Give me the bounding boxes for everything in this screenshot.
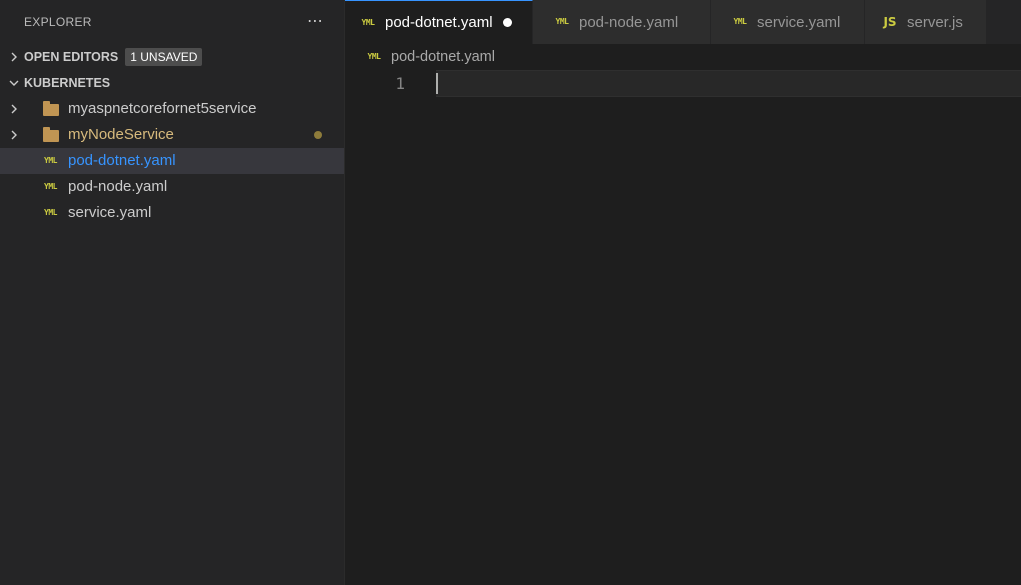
tree-item-file-pod-node-yaml[interactable]: YML pod-node.yaml <box>0 174 344 200</box>
tab-server-js[interactable]: JS server.js <box>865 0 987 44</box>
tab-label: pod-dotnet.yaml <box>385 14 493 31</box>
modified-indicator <box>314 131 322 139</box>
line-number: 1 <box>395 74 405 93</box>
chevron-down-icon <box>6 75 22 91</box>
tab-label: service.yaml <box>757 13 841 31</box>
sidebar-header: EXPLORER ⋯ <box>0 0 344 44</box>
chevron-right-icon[interactable] <box>6 101 22 117</box>
tree-item-folder-myaspnetcorefornet5service[interactable]: myaspnetcorefornet5service <box>0 96 344 122</box>
tree-item-label: pod-node.yaml <box>68 178 168 195</box>
chevron-right-icon <box>6 49 22 65</box>
code-editor[interactable]: 1 <box>345 70 1021 585</box>
breadcrumb: YML pod-dotnet.yaml <box>345 44 1021 70</box>
tab-label: server.js <box>907 13 963 31</box>
tab-pod-dotnet-yaml[interactable]: YML pod-dotnet.yaml <box>345 0 533 44</box>
yaml-file-icon: YML <box>44 208 57 217</box>
yaml-file-icon: YML <box>555 17 569 26</box>
tab-pod-node-yaml[interactable]: YML pod-node.yaml <box>533 0 711 44</box>
workspace-section[interactable]: KUBERNETES <box>0 70 344 96</box>
editor-group: YML pod-dotnet.yaml YML pod-node.yaml YM… <box>345 0 1021 585</box>
yaml-file-icon: YML <box>44 182 57 191</box>
ellipsis-icon[interactable]: ⋯ <box>307 14 324 30</box>
unsaved-badge: 1 UNSAVED <box>125 48 203 66</box>
tree-item-label: pod-dotnet.yaml <box>68 152 176 169</box>
sidebar-title: EXPLORER <box>24 15 92 29</box>
yaml-file-icon: YML <box>44 156 57 165</box>
tree-item-label: myNodeService <box>68 126 174 143</box>
text-cursor <box>436 73 438 94</box>
workspace-label: KUBERNETES <box>24 76 111 90</box>
yaml-file-icon: YML <box>367 52 381 61</box>
unsaved-dot-icon[interactable] <box>502 18 512 27</box>
editor-tabs: YML pod-dotnet.yaml YML pod-node.yaml YM… <box>345 0 1021 44</box>
folder-icon <box>42 127 59 143</box>
tree-item-label: myaspnetcorefornet5service <box>68 100 257 117</box>
open-editors-label: OPEN EDITORS <box>24 50 119 64</box>
tab-service-yaml[interactable]: YML service.yaml <box>711 0 865 44</box>
chevron-right-icon[interactable] <box>6 127 22 143</box>
tree-item-file-service-yaml[interactable]: YML service.yaml <box>0 200 344 226</box>
tree-item-file-pod-dotnet-yaml[interactable]: YML pod-dotnet.yaml <box>0 148 344 174</box>
tree-item-label: service.yaml <box>68 204 152 221</box>
folder-icon <box>42 101 59 117</box>
javascript-file-icon: JS <box>883 15 897 29</box>
yaml-file-icon: YML <box>733 17 747 26</box>
tab-label: pod-node.yaml <box>579 13 679 31</box>
breadcrumb-file[interactable]: pod-dotnet.yaml <box>391 49 495 65</box>
yaml-file-icon: YML <box>361 17 375 27</box>
open-editors-section[interactable]: OPEN EDITORS 1 UNSAVED <box>0 44 344 70</box>
tree-item-folder-mynodeservice[interactable]: myNodeService <box>0 122 344 148</box>
current-line-highlight <box>436 70 1021 97</box>
explorer-sidebar: EXPLORER ⋯ OPEN EDITORS 1 UNSAVED KUBERN… <box>0 0 345 585</box>
